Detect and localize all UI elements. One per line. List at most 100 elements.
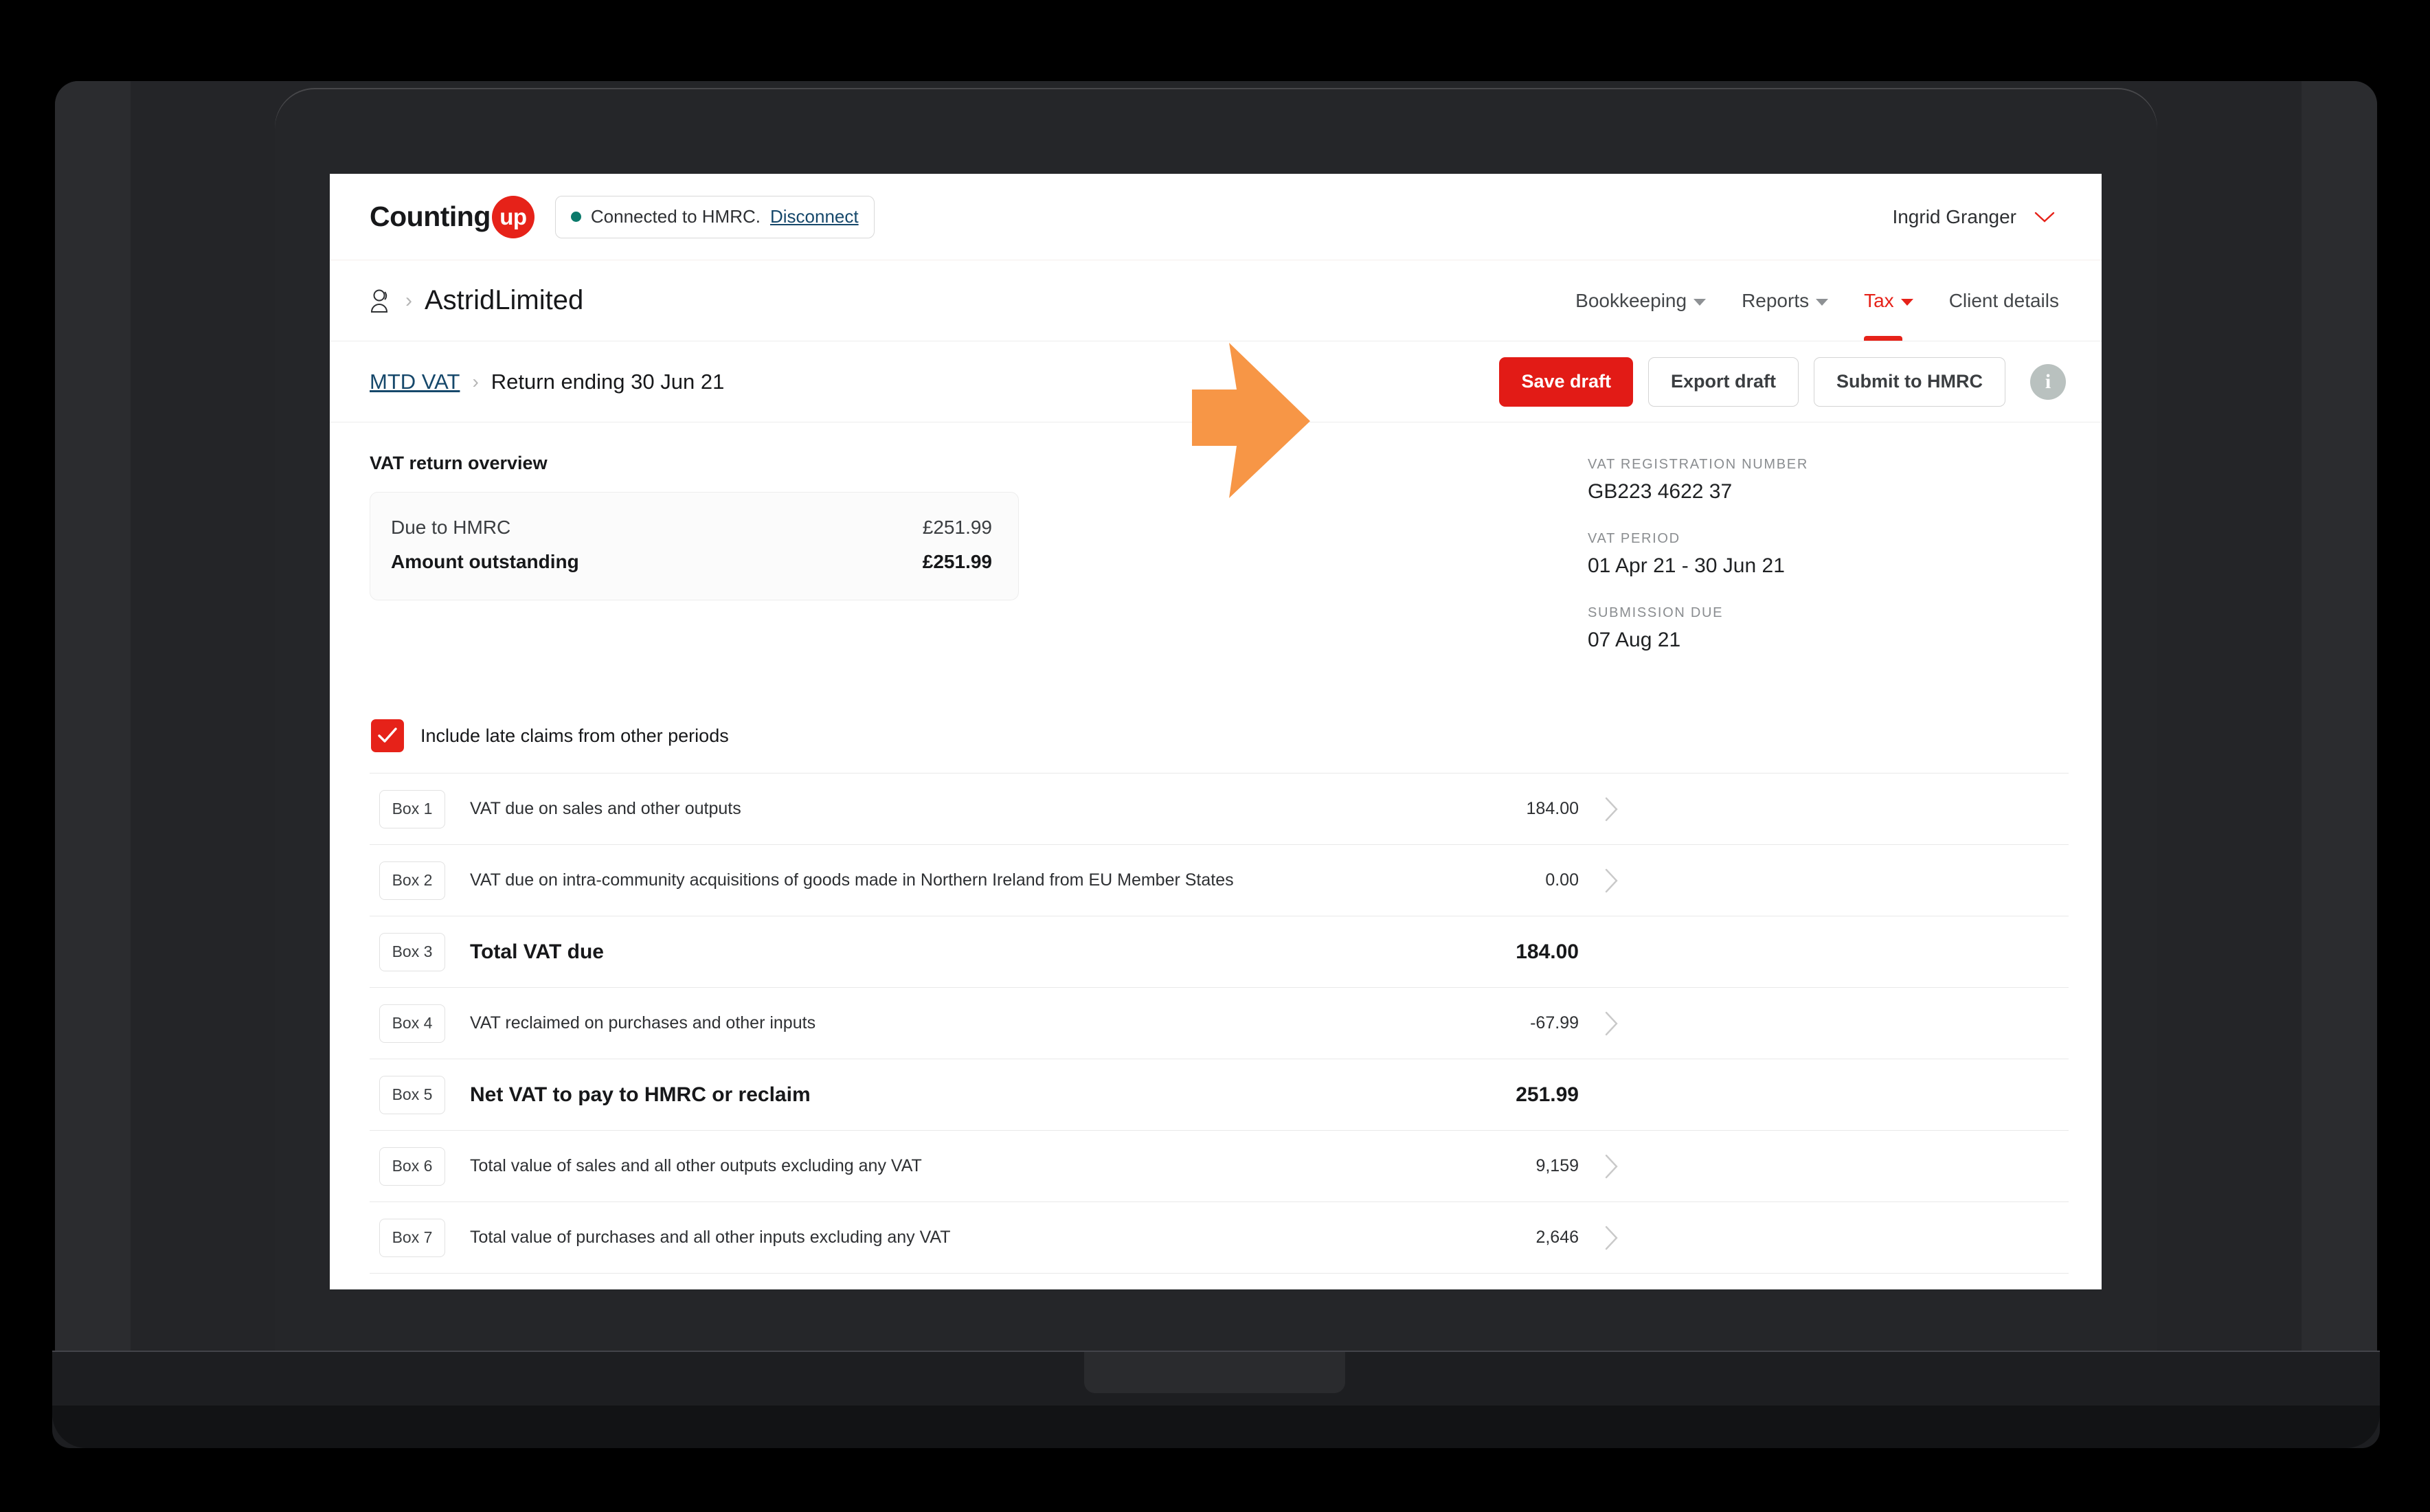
export-draft-button[interactable]: Export draft	[1648, 357, 1799, 407]
client-nav-row: › AstridLimited Bookkeeping Reports Tax	[330, 260, 2102, 341]
disconnect-link[interactable]: Disconnect	[770, 206, 859, 227]
app-topbar: Counting up Connected to HMRC. Disconnec…	[330, 174, 2102, 260]
box-amount: -67.99	[1530, 1013, 1579, 1033]
overview-row-label: Due to HMRC	[391, 517, 511, 538]
box-tag: Box 6	[379, 1147, 445, 1186]
hmrc-connection-status: Connected to HMRC. Disconnect	[554, 195, 875, 238]
box-amount: 0.00	[1545, 870, 1579, 890]
meta-submission-due: SUBMISSION DUE 07 Aug 21	[1588, 605, 2069, 652]
include-late-claims-label: Include late claims from other periods	[420, 725, 729, 746]
page-action-row: MTD VAT › Return ending 30 Jun 21 Save d…	[330, 341, 2102, 498]
countingup-logo[interactable]: Counting up	[370, 195, 535, 238]
box-tag: Box 3	[379, 932, 445, 971]
box-description: Total value of sales and all other outpu…	[470, 1155, 922, 1175]
hmrc-status-text: Connected to HMRC.	[590, 206, 761, 227]
chevron-down-icon[interactable]	[2034, 212, 2055, 223]
table-row[interactable]: Box 1 VAT due on sales and other outputs…	[370, 774, 2069, 845]
breadcrumb-mtd-vat-link[interactable]: MTD VAT	[370, 370, 460, 394]
nav-item-label: Client details	[1948, 289, 2059, 311]
include-late-claims-checkbox[interactable]	[371, 719, 404, 752]
client-name: AstridLimited	[425, 285, 584, 315]
save-draft-button[interactable]: Save draft	[1499, 357, 1634, 407]
box-amount: 9,159	[1535, 1156, 1579, 1175]
meta-vat-registration-number: VAT REGISTRATION NUMBER GB223 4622 37	[1588, 457, 2069, 504]
chevron-right-icon	[1605, 1154, 1618, 1178]
box-description: VAT due on intra-community acquisitions …	[470, 870, 1234, 890]
box-tag: Box 2	[379, 861, 445, 900]
meta-value: GB223 4622 37	[1588, 480, 1733, 503]
laptop-back-panel-right	[2302, 81, 2377, 1373]
summary-columns: VAT return overview Due to HMRC £251.99 …	[370, 453, 2069, 679]
nav-item-client-details[interactable]: Client details	[1949, 260, 2059, 341]
table-row[interactable]: Box 6 Total value of sales and all other…	[370, 1131, 2069, 1202]
app-page: Counting up Connected to HMRC. Disconnec…	[330, 174, 2102, 1289]
row-expand-cell[interactable]	[1579, 1011, 1645, 1037]
chevron-right-icon	[1605, 1011, 1618, 1035]
box-description: Total VAT due	[470, 940, 604, 963]
breadcrumb-separator-icon: ›	[472, 370, 479, 392]
nav-item-bookkeeping[interactable]: Bookkeeping	[1575, 260, 1707, 341]
breadcrumb-separator-icon: ›	[405, 289, 412, 312]
box-tag: Box 7	[379, 1218, 445, 1257]
checkmark-icon	[378, 727, 397, 743]
nav-item-label: Tax	[1864, 289, 1894, 311]
overview-row-due: Due to HMRC £251.99	[391, 510, 992, 545]
laptop-base-notch	[1084, 1352, 1345, 1393]
row-expand-cell[interactable]	[1579, 796, 1645, 822]
box-amount: 184.00	[1526, 799, 1579, 818]
box-amount: 2,646	[1535, 1228, 1579, 1247]
vat-return-body: VAT return overview Due to HMRC £251.99 …	[330, 422, 2102, 1289]
table-row[interactable]: Box 8 Total value of intra-community dis…	[370, 1274, 2069, 1289]
clients-icon[interactable]	[370, 288, 393, 314]
breadcrumb-client: › AstridLimited	[370, 285, 583, 316]
include-late-claims-row[interactable]: Include late claims from other periods	[370, 719, 2069, 752]
meta-value: 07 Aug 21	[1588, 629, 1681, 651]
page-title: Return ending 30 Jun 21	[491, 369, 725, 394]
table-row[interactable]: Box 2 VAT due on intra-community acquisi…	[370, 845, 2069, 916]
box-tag: Box 4	[379, 1004, 445, 1043]
row-expand-cell[interactable]	[1579, 1153, 1645, 1180]
logo-wordmark: Counting	[370, 201, 491, 232]
row-expand-cell[interactable]	[1579, 868, 1645, 894]
meta-label: VAT REGISTRATION NUMBER	[1588, 457, 1808, 472]
action-buttons: Save draft Export draft Submit to HMRC i	[1499, 357, 2074, 407]
box-amount: 184.00	[1516, 940, 1579, 963]
box-amount: 251.99	[1516, 1083, 1579, 1106]
chevron-right-icon	[1605, 1226, 1618, 1250]
user-name-label: Ingrid Granger	[1892, 205, 2016, 227]
nav-item-reports[interactable]: Reports	[1742, 260, 1829, 341]
vat-boxes-table: Box 1 VAT due on sales and other outputs…	[370, 773, 2069, 1289]
logo-up-badge: up	[491, 195, 535, 238]
table-row: Box 5 Net VAT to pay to HMRC or reclaim …	[370, 1059, 2069, 1131]
overview-title: VAT return overview	[370, 453, 548, 473]
box-description: Total value of purchases and all other i…	[470, 1227, 951, 1247]
return-meta-column: VAT REGISTRATION NUMBER GB223 4622 37 VA…	[1588, 453, 2069, 679]
nav-item-label: Bookkeeping	[1575, 289, 1687, 311]
overview-row-outstanding: Amount outstanding £251.99	[391, 545, 992, 579]
overview-card: Due to HMRC £251.99 Amount outstanding £…	[370, 492, 1019, 600]
box-description: VAT due on sales and other outputs	[470, 798, 741, 818]
overview-row-value: £251.99	[922, 517, 992, 538]
box-description: VAT reclaimed on purchases and other inp…	[470, 1013, 816, 1033]
user-menu[interactable]: Ingrid Granger	[1892, 206, 2069, 228]
laptop-device: Counting up Connected to HMRC. Disconnec…	[0, 0, 2430, 1512]
box-description: Net VAT to pay to HMRC or reclaim	[470, 1083, 811, 1106]
table-row: Box 3 Total VAT due 184.00	[370, 916, 2069, 988]
laptop-back-panel-left	[55, 81, 131, 1373]
info-icon[interactable]: i	[2030, 363, 2066, 400]
row-expand-cell[interactable]	[1579, 1225, 1645, 1251]
meta-label: VAT PERIOD	[1588, 531, 1680, 546]
laptop-base-lip	[52, 1406, 2380, 1448]
submit-to-hmrc-button[interactable]: Submit to HMRC	[1814, 357, 2005, 407]
chevron-right-icon	[1605, 797, 1618, 821]
table-row[interactable]: Box 7 Total value of purchases and all o…	[370, 1202, 2069, 1274]
nav-item-label: Reports	[1742, 289, 1810, 311]
overview-column: VAT return overview Due to HMRC £251.99 …	[370, 453, 1019, 679]
nav-item-tax[interactable]: Tax	[1864, 260, 1913, 341]
table-row[interactable]: Box 4 VAT reclaimed on purchases and oth…	[370, 988, 2069, 1059]
main-navigation: Bookkeeping Reports Tax Client details	[1575, 260, 2069, 341]
box-tag: Box 5	[379, 1075, 445, 1114]
chevron-right-icon	[1605, 868, 1618, 892]
box-tag: Box 1	[379, 789, 445, 828]
meta-value: 01 Apr 21 - 30 Jun 21	[1588, 554, 1785, 577]
